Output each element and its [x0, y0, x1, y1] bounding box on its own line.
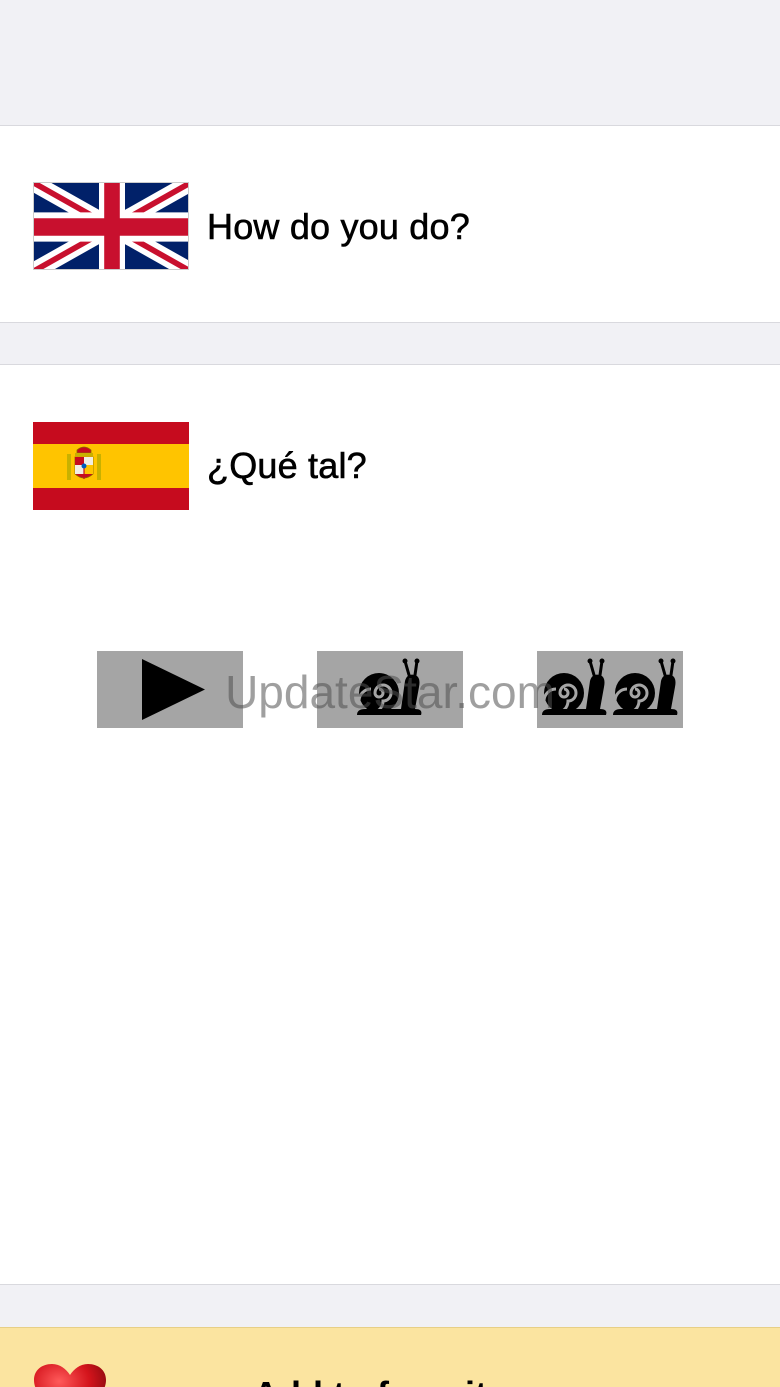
- spain-flag-icon: [33, 422, 189, 510]
- snail-icon: [357, 658, 422, 715]
- play-slow-button[interactable]: [317, 651, 463, 728]
- add-to-favorites-label: Add to favorites: [0, 1374, 780, 1387]
- play-icon: [142, 659, 205, 720]
- english-phrase-card: How do you do?: [0, 125, 780, 323]
- spanish-phrase-card: ¿Qué tal? UpdateStar.com: [0, 364, 780, 1285]
- play-slower-button[interactable]: [537, 651, 683, 728]
- double-snail-icon: [542, 658, 678, 715]
- app-screen: How do you do? ¿Qué tal? UpdateStar.com: [0, 0, 780, 1387]
- play-button[interactable]: [97, 651, 243, 728]
- uk-flag-icon: [33, 182, 189, 270]
- english-phrase-text: How do you do?: [207, 206, 470, 248]
- spanish-phrase-text: ¿Qué tal?: [207, 445, 367, 487]
- add-to-favorites-button[interactable]: Add to favorites: [0, 1327, 780, 1387]
